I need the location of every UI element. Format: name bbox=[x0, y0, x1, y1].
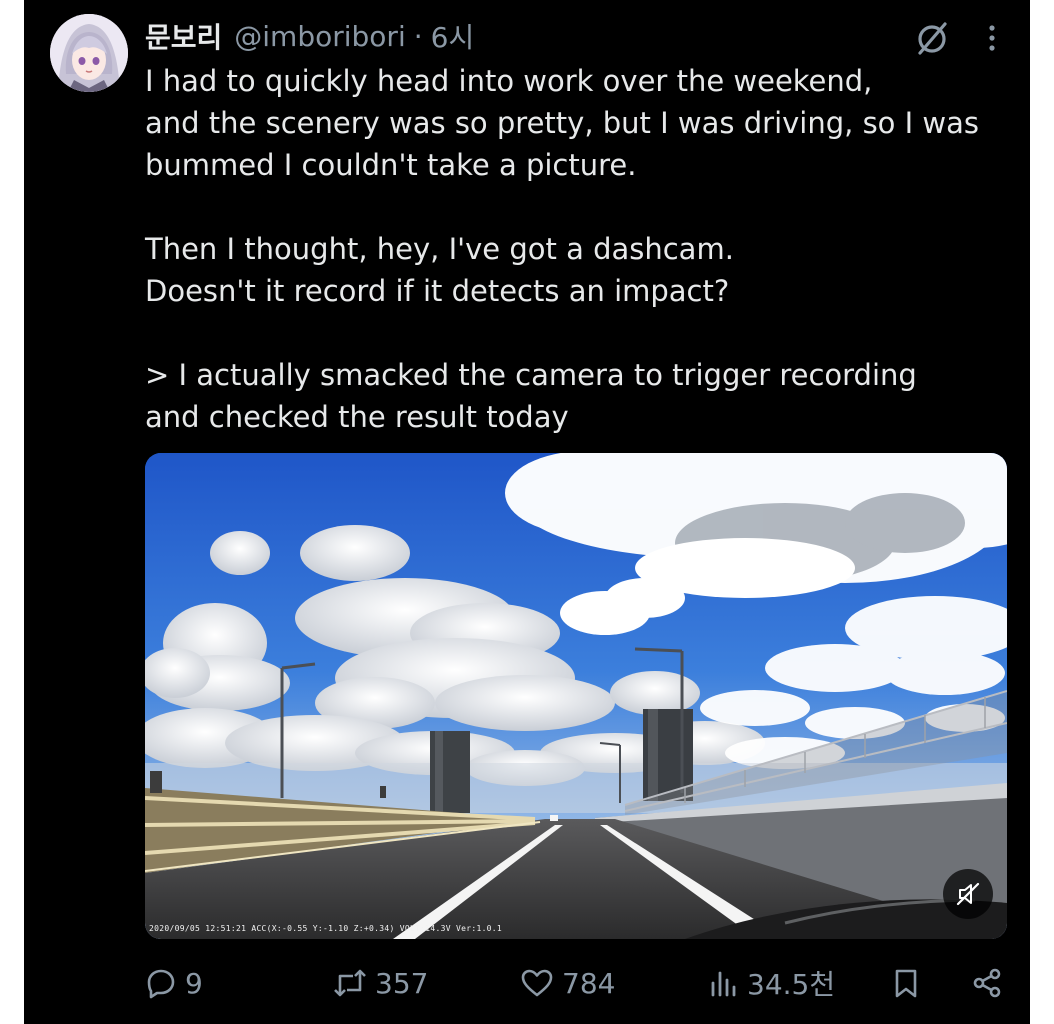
timestamp[interactable]: 6시 bbox=[431, 16, 475, 56]
share-icon bbox=[971, 967, 1003, 999]
separator-dot: · bbox=[413, 19, 423, 53]
tweet-actions: 9 357 784 34.5천 bbox=[145, 958, 1007, 1008]
bookmark-button[interactable] bbox=[891, 958, 921, 1008]
views-button[interactable]: 34.5천 bbox=[709, 958, 835, 1008]
reply-icon bbox=[145, 967, 177, 999]
display-name[interactable]: 문보리 bbox=[145, 16, 222, 56]
bookmark-icon bbox=[891, 967, 921, 999]
speaker-muted-icon bbox=[954, 880, 982, 908]
like-icon bbox=[520, 967, 554, 999]
repost-count: 357 bbox=[375, 966, 429, 1000]
reply-button[interactable]: 9 bbox=[145, 958, 203, 1008]
dashcam-video[interactable]: 2020/09/05 12:51:21 ACC(X:-0.55 Y:-1.10 … bbox=[145, 453, 1007, 939]
tweet-header: 문보리 @imboribori · 6시 bbox=[145, 14, 474, 58]
like-count: 784 bbox=[562, 966, 616, 1000]
share-button[interactable] bbox=[971, 958, 1003, 1008]
like-button[interactable]: 784 bbox=[520, 958, 615, 1008]
repost-button[interactable]: 357 bbox=[333, 958, 428, 1008]
more-icon[interactable] bbox=[978, 20, 1006, 56]
mute-button[interactable] bbox=[943, 869, 993, 919]
grok-icon[interactable] bbox=[912, 18, 952, 58]
repost-icon bbox=[333, 967, 367, 999]
user-handle[interactable]: @imboribori bbox=[234, 20, 405, 53]
reply-count: 9 bbox=[185, 966, 203, 1000]
views-icon bbox=[709, 967, 739, 999]
dashcam-scene bbox=[145, 453, 1007, 939]
avatar[interactable] bbox=[50, 14, 128, 92]
tweet-text: I had to quickly head into work over the… bbox=[145, 64, 980, 434]
views-count: 34.5천 bbox=[747, 968, 836, 1001]
dashcam-overlay-text: 2020/09/05 12:51:21 ACC(X:-0.55 Y:-1.10 … bbox=[149, 924, 503, 933]
